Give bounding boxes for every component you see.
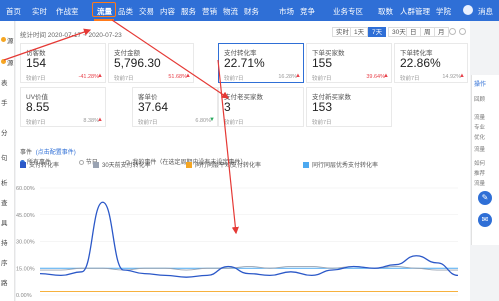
annotation-arrow	[111, 19, 229, 99]
annotation-overlay	[3, 19, 239, 235]
annotation-arrow	[217, 59, 239, 235]
annotation-arrow	[3, 28, 92, 61]
